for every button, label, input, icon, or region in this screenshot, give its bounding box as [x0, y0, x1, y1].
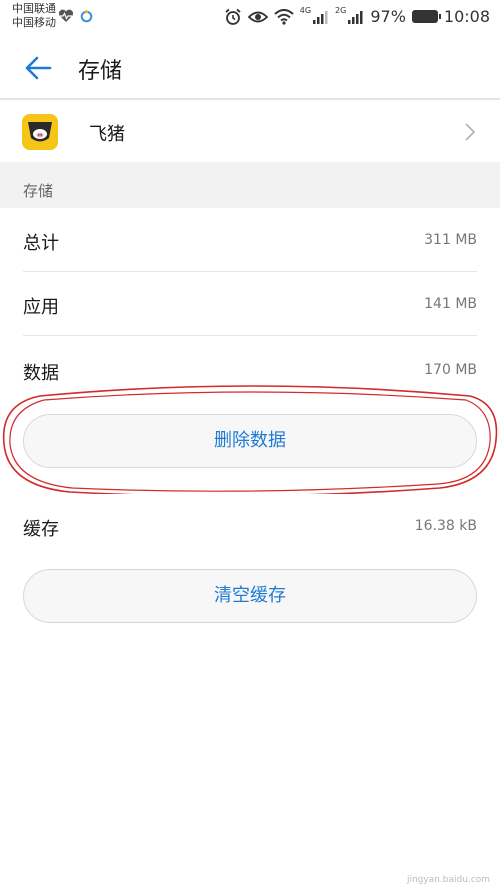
storage-row-app: 应用 141 MB — [0, 272, 500, 336]
heart-rate-icon — [58, 9, 74, 22]
row-label: 缓存 — [23, 519, 59, 540]
sync-ring-icon — [80, 9, 93, 22]
clear-cache-button[interactable]: 清空缓存 — [23, 569, 477, 623]
row-value: 16.38 kB — [414, 518, 477, 534]
eye-comfort-icon — [247, 11, 268, 22]
storage-row-data: 数据 170 MB — [0, 338, 500, 402]
alarm-clock-icon — [225, 8, 241, 25]
signal-icon-sim1 — [313, 10, 328, 24]
battery-percent: 97% — [370, 7, 406, 26]
network-tag-4g: 4G — [299, 6, 312, 15]
carrier-1: 中国联通 — [12, 2, 56, 15]
row-label: 数据 — [23, 363, 59, 384]
section-header: 存储 — [0, 162, 500, 208]
row-label: 应用 — [23, 297, 59, 318]
status-left-icons — [58, 9, 93, 23]
chevron-right-icon — [465, 123, 476, 141]
wifi-icon — [274, 8, 294, 25]
status-bar: 中国联通 中国移动 4G 2G 97% 10:08 — [0, 0, 500, 34]
watermark: jingyan.baidu.com — [406, 875, 490, 885]
network-tag-2g: 2G — [335, 6, 347, 15]
row-value: 141 MB — [424, 296, 477, 312]
app-info-row[interactable]: 飞猪 — [0, 102, 500, 162]
storage-row-cache: 缓存 16.38 kB — [0, 494, 500, 558]
divider — [23, 335, 477, 336]
row-label: 总计 — [23, 233, 59, 254]
carrier-2: 中国移动 — [12, 16, 56, 29]
signal-icon-sim2 — [348, 10, 363, 24]
row-value: 311 MB — [424, 232, 477, 248]
section-label: 存储 — [23, 182, 54, 200]
clock-time: 10:08 — [443, 7, 490, 26]
battery-icon — [411, 10, 441, 23]
back-arrow-icon[interactable] — [22, 52, 54, 84]
app-bar: 存储 — [0, 34, 500, 100]
page-title: 存储 — [78, 59, 123, 84]
row-value: 170 MB — [424, 362, 477, 378]
storage-row-total: 总计 311 MB — [0, 208, 500, 272]
status-right: 4G 2G 97% 10:08 — [224, 6, 490, 26]
carrier-labels: 中国联通 中国移动 — [12, 2, 56, 30]
clear-data-button[interactable]: 删除数据 — [23, 414, 477, 468]
app-name: 飞猪 — [89, 124, 125, 145]
fliggy-app-icon — [22, 114, 58, 150]
